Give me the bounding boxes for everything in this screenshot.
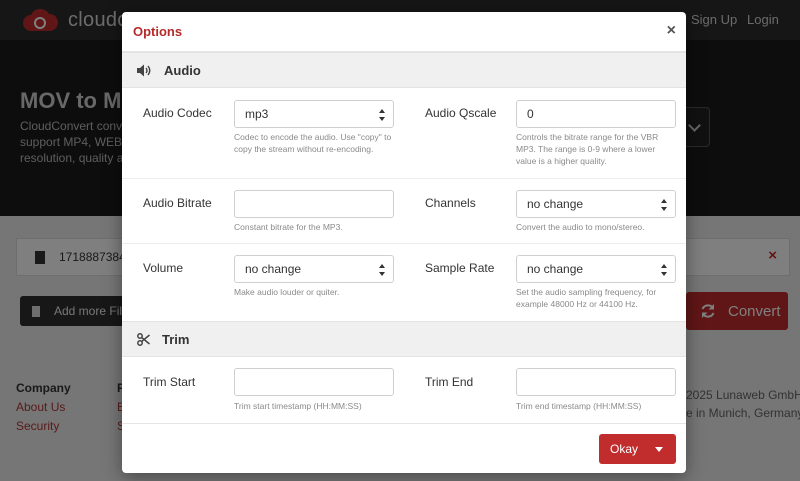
- trim-section-title: Trim: [162, 331, 190, 347]
- audio-bitrate-help: Constant bitrate for the MP3.: [234, 222, 343, 232]
- volume-help: Make audio louder or quiter.: [234, 287, 340, 297]
- trim-end-help: Trim end timestamp (HH:MM:SS): [516, 401, 642, 411]
- trim-end-input[interactable]: [516, 368, 676, 396]
- options-dialog: Options × Audio Audio Codec mp3 Codec to…: [122, 12, 686, 473]
- trim-start-input[interactable]: [234, 368, 394, 396]
- audio-bitrate-label: Audio Bitrate: [143, 196, 212, 210]
- modal-footer: Okay: [122, 423, 686, 473]
- audio-section-title: Audio: [164, 62, 201, 78]
- audio-qscale-help: Controls the bitrate range for the VBR M…: [516, 132, 659, 166]
- modal-header: Options ×: [122, 12, 686, 52]
- audio-qscale-input[interactable]: 0: [516, 100, 676, 128]
- audio-section-header: Audio: [122, 52, 686, 88]
- select-arrows-icon: [379, 264, 385, 276]
- modal-title: Options: [133, 24, 183, 39]
- sample-rate-help: Set the audio sampling frequency, for ex…: [516, 287, 657, 309]
- select-arrows-icon: [661, 264, 667, 276]
- channels-label: Channels: [425, 196, 476, 210]
- okay-button[interactable]: Okay: [599, 434, 676, 464]
- caret-down-icon[interactable]: [655, 446, 663, 452]
- channels-select[interactable]: no change: [516, 190, 676, 218]
- trim-end-label: Trim End: [425, 375, 474, 389]
- trim-start-label: Trim Start: [143, 375, 196, 389]
- row-divider: [122, 178, 686, 179]
- speaker-icon: [137, 64, 151, 76]
- sample-rate-select[interactable]: no change: [516, 255, 676, 283]
- volume-select[interactable]: no change: [234, 255, 394, 283]
- select-arrows-icon: [379, 109, 385, 121]
- row-divider: [122, 243, 686, 244]
- select-arrows-icon: [661, 199, 667, 211]
- trim-section-header: Trim: [122, 321, 686, 357]
- audio-bitrate-input[interactable]: [234, 190, 394, 218]
- close-icon[interactable]: ×: [667, 22, 676, 40]
- channels-help: Convert the audio to mono/stereo.: [516, 222, 645, 232]
- audio-codec-label: Audio Codec: [143, 106, 212, 120]
- scissors-icon: [137, 332, 150, 346]
- volume-label: Volume: [143, 261, 184, 275]
- audio-codec-help: Codec to encode the audio. Use "copy" to…: [234, 132, 392, 154]
- audio-codec-select[interactable]: mp3: [234, 100, 394, 128]
- trim-start-help: Trim start timestamp (HH:MM:SS): [234, 401, 362, 411]
- sample-rate-label: Sample Rate: [425, 261, 495, 275]
- audio-qscale-label: Audio Qscale: [425, 106, 497, 120]
